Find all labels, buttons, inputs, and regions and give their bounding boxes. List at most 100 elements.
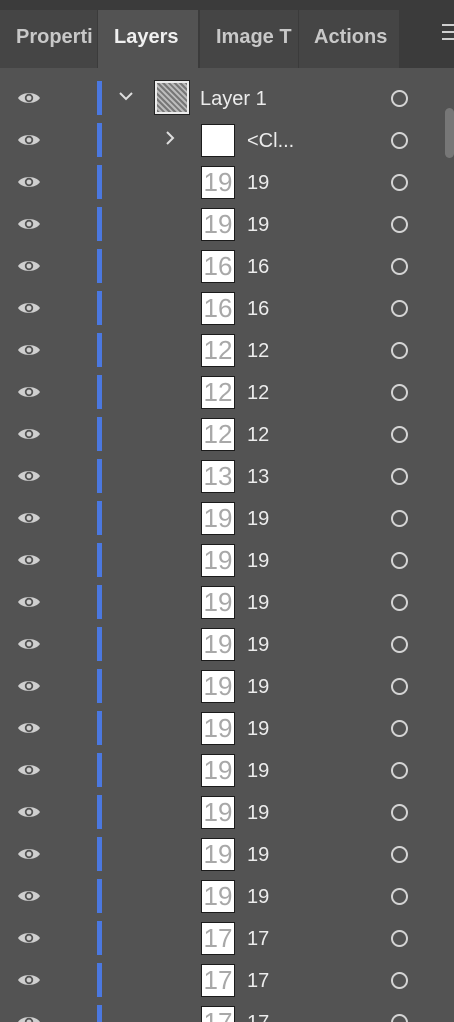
target-circle-icon[interactable] [391,342,408,359]
target-cell[interactable] [370,876,444,916]
target-circle-icon[interactable] [391,888,408,905]
visibility-toggle[interactable] [8,960,50,1000]
target-cell[interactable] [370,582,444,622]
lock-toggle[interactable] [51,582,92,622]
target-cell[interactable] [370,540,444,580]
layer-name-cell[interactable]: 16 16 [93,288,369,328]
visibility-toggle[interactable] [8,120,50,160]
visibility-toggle[interactable] [8,876,50,916]
layer-name-cell[interactable]: 19 19 [93,162,369,202]
target-circle-icon[interactable] [391,90,408,107]
target-cell[interactable] [370,288,444,328]
target-circle-icon[interactable] [391,846,408,863]
lock-toggle[interactable] [51,456,92,496]
visibility-toggle[interactable] [8,246,50,286]
sublayer-row[interactable]: 19 19 [8,665,444,707]
target-circle-icon[interactable] [391,972,408,989]
sublayer-row[interactable]: 19 19 [8,833,444,875]
layer-name-cell[interactable]: 19 19 [93,876,369,916]
sublayer-row[interactable]: 16 16 [8,287,444,329]
lock-toggle[interactable] [51,792,92,832]
layer-name-cell[interactable]: 19 19 [93,498,369,538]
target-circle-icon[interactable] [391,258,408,275]
target-cell[interactable] [370,246,444,286]
tab-actions[interactable]: Actions [299,10,399,68]
sublayer-row[interactable]: 12 12 [8,371,444,413]
target-cell[interactable] [370,960,444,1000]
visibility-toggle[interactable] [8,456,50,496]
target-cell[interactable] [370,162,444,202]
visibility-toggle[interactable] [8,78,50,118]
visibility-toggle[interactable] [8,414,50,454]
layer-name-cell[interactable]: 1717 [93,960,369,1000]
visibility-toggle[interactable] [8,288,50,328]
layer-name-cell[interactable]: 1717 [93,918,369,958]
chevron-down-icon[interactable] [115,85,137,107]
scrollbar-track[interactable] [444,77,454,1022]
lock-toggle[interactable] [51,918,92,958]
visibility-toggle[interactable] [8,750,50,790]
target-circle-icon[interactable] [391,930,408,947]
layer-name-cell[interactable]: 12 12 [93,372,369,412]
target-circle-icon[interactable] [391,552,408,569]
target-circle-icon[interactable] [391,300,408,317]
visibility-toggle[interactable] [8,1002,50,1022]
sublayer-row[interactable]: 13 13 [8,455,444,497]
visibility-toggle[interactable] [8,708,50,748]
target-circle-icon[interactable] [391,468,408,485]
lock-toggle[interactable] [51,288,92,328]
visibility-toggle[interactable] [8,918,50,958]
lock-toggle[interactable] [51,666,92,706]
layer-name-cell[interactable]: 1717 [93,1002,369,1022]
target-circle-icon[interactable] [391,132,408,149]
target-cell[interactable] [370,666,444,706]
layer-name-cell[interactable]: 19 19 [93,540,369,580]
lock-toggle[interactable] [51,708,92,748]
layer-name-cell[interactable]: 19 19 [93,708,369,748]
target-circle-icon[interactable] [391,804,408,821]
target-cell[interactable] [370,120,444,160]
visibility-toggle[interactable] [8,792,50,832]
target-cell[interactable] [370,372,444,412]
target-circle-icon[interactable] [391,636,408,653]
sublayer-row[interactable]: 19 19 [8,161,444,203]
target-cell[interactable] [370,456,444,496]
layer-name-cell[interactable]: 19 19 [93,666,369,706]
layer-name-cell[interactable]: 19 19 [93,792,369,832]
target-circle-icon[interactable] [391,216,408,233]
layer-name-cell[interactable]: 19 19 [93,582,369,622]
target-cell[interactable] [370,330,444,370]
layer-row[interactable]: Layer 1 [8,77,444,119]
target-cell[interactable] [370,1002,444,1022]
sublayer-row[interactable]: 19 19 [8,539,444,581]
lock-toggle[interactable] [51,960,92,1000]
visibility-toggle[interactable] [8,540,50,580]
layer-name-cell[interactable]: 16 16 [93,246,369,286]
visibility-toggle[interactable] [8,834,50,874]
lock-toggle[interactable] [51,1002,92,1022]
lock-toggle[interactable] [51,414,92,454]
lock-toggle[interactable] [51,246,92,286]
tab-properties[interactable]: Properti [0,10,97,68]
layer-name-cell[interactable]: 19 19 [93,624,369,664]
sublayer-row[interactable]: 19 19 [8,623,444,665]
layer-name-cell[interactable]: 12 12 [93,330,369,370]
chevron-right-icon[interactable] [159,127,181,149]
lock-toggle[interactable] [51,372,92,412]
visibility-toggle[interactable] [8,666,50,706]
visibility-toggle[interactable] [8,372,50,412]
sublayer-row[interactable]: 19 19 [8,875,444,917]
lock-toggle[interactable] [51,204,92,244]
sublayer-row[interactable]: <Cl... [8,119,444,161]
lock-toggle[interactable] [51,876,92,916]
layer-name-cell[interactable]: 19 19 [93,750,369,790]
target-circle-icon[interactable] [391,510,408,527]
sublayer-row[interactable]: 19 19 [8,707,444,749]
target-circle-icon[interactable] [391,594,408,611]
lock-toggle[interactable] [51,162,92,202]
target-cell[interactable] [370,624,444,664]
target-cell[interactable] [370,792,444,832]
lock-toggle[interactable] [51,498,92,538]
target-cell[interactable] [370,834,444,874]
target-cell[interactable] [370,750,444,790]
